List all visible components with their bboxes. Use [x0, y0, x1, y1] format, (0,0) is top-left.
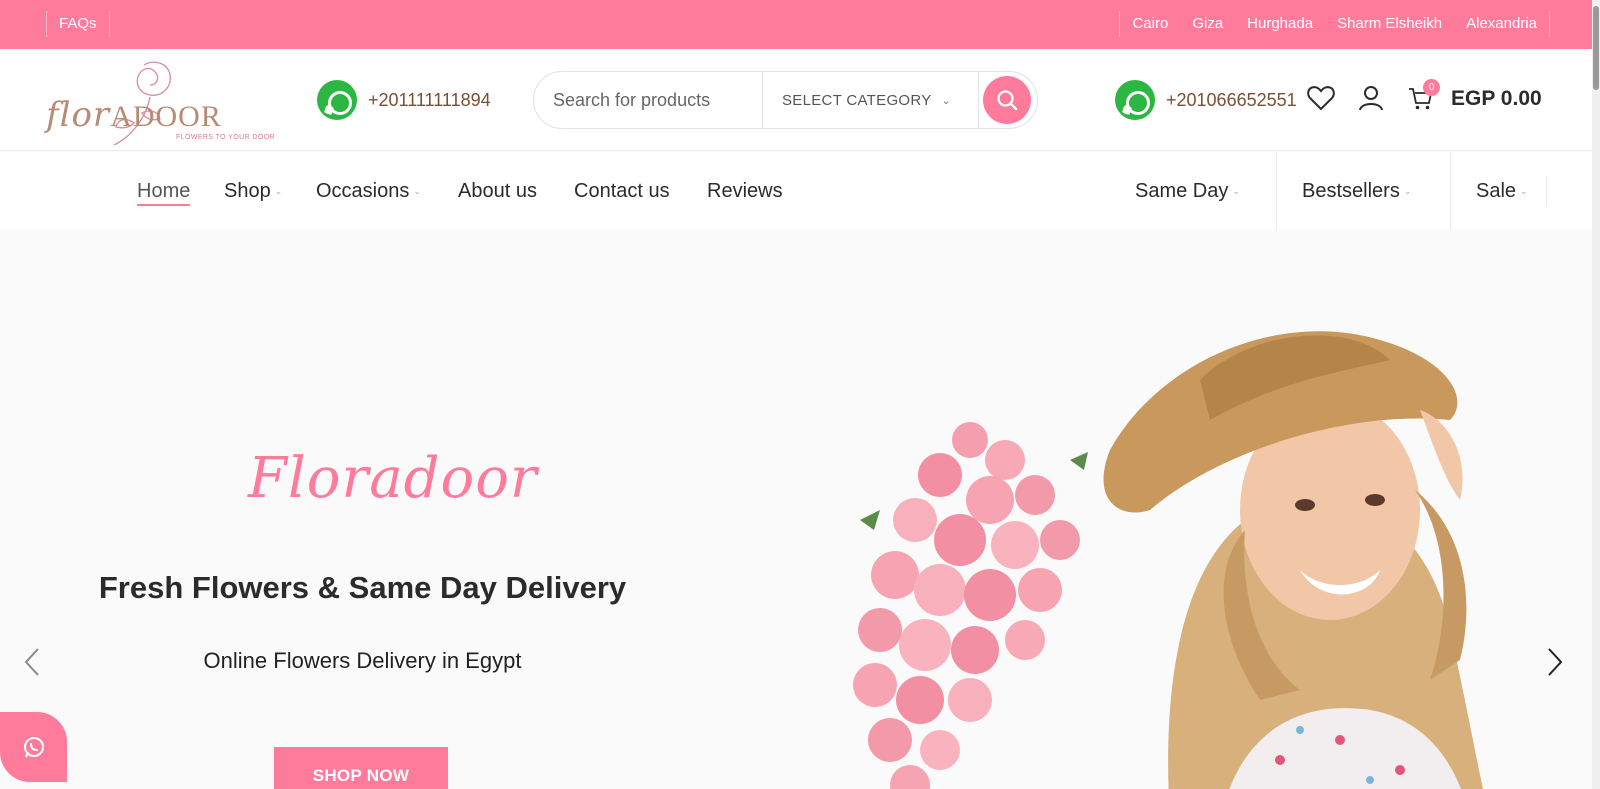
- chevron-down-icon: ⌄: [941, 94, 952, 107]
- faqs-link[interactable]: FAQs: [46, 11, 110, 37]
- chevron-down-icon: ⌄: [413, 185, 421, 196]
- nav-item-same-day[interactable]: Same Day ⌄: [1135, 152, 1240, 230]
- phone-number: +201111111894: [368, 89, 491, 110]
- wishlist-button[interactable]: [1307, 85, 1335, 111]
- nav-item-home[interactable]: Home: [137, 152, 191, 230]
- slider-next-button[interactable]: [1540, 642, 1570, 682]
- logo-tagline: FLOWERS TO YOUR DOOR: [176, 134, 276, 141]
- whatsapp-contact-1[interactable]: +201111111894: [317, 80, 491, 120]
- category-select[interactable]: SELECT CATEGORY ⌄: [762, 72, 978, 128]
- nav-item-label: Sale: [1476, 179, 1517, 202]
- slider-prev-button[interactable]: [17, 642, 47, 682]
- chevron-left-icon: [24, 648, 39, 676]
- city-link-alexandria[interactable]: Alexandria: [1454, 11, 1549, 37]
- search-input[interactable]: [534, 72, 762, 128]
- site-logo[interactable]: florADOOR FLOWERS TO YOUR DOOR: [46, 57, 286, 145]
- cart-count-badge: 0: [1423, 79, 1440, 96]
- search-button[interactable]: [978, 72, 1034, 128]
- phone-number: +201066652551: [1166, 89, 1297, 110]
- page: FAQs Cairo Giza Hurghada Sharm Elsheikh …: [0, 0, 1600, 789]
- woman-with-hat-image: [1103, 331, 1483, 789]
- shop-now-button[interactable]: SHOP NOW: [274, 747, 448, 789]
- hero-subtitle: Online Flowers Delivery in Egypt: [203, 648, 522, 673]
- search-bar: SELECT CATEGORY ⌄: [533, 71, 1038, 129]
- cart-button[interactable]: 0: [1408, 79, 1440, 111]
- nav-item-occasions[interactable]: Occasions ⌄: [316, 152, 421, 230]
- scrollbar-thumb[interactable]: [1593, 6, 1599, 90]
- cart-total[interactable]: EGP 0.00: [1451, 87, 1542, 111]
- whatsapp-icon: [317, 80, 357, 120]
- hero-script-title: Floradoor: [248, 446, 538, 511]
- nav-item-label: Shop: [224, 179, 271, 202]
- city-link-cairo[interactable]: Cairo: [1120, 11, 1180, 37]
- nav-item-contact-us[interactable]: Contact us: [574, 152, 670, 230]
- nav-divider: [1276, 152, 1277, 230]
- chevron-down-icon: ⌄: [1520, 185, 1528, 196]
- nav-item-about-us[interactable]: About us: [458, 152, 537, 230]
- heart-icon: [1307, 86, 1335, 111]
- floating-whatsapp-button[interactable]: [0, 712, 67, 782]
- nav-divider: [1450, 152, 1451, 230]
- chevron-down-icon: ⌄: [274, 185, 283, 196]
- nav-item-bestsellers[interactable]: Bestsellers ⌄: [1302, 152, 1411, 230]
- top-bar: FAQs Cairo Giza Hurghada Sharm Elsheikh …: [0, 0, 1600, 49]
- hero-slider: Floradoor Fresh Flowers & Same Day Deliv…: [0, 230, 1592, 789]
- city-link-hurghada[interactable]: Hurghada: [1235, 11, 1325, 37]
- nav-item-label: Occasions: [316, 179, 410, 202]
- city-link-giza[interactable]: Giza: [1180, 11, 1235, 37]
- site-header: florADOOR FLOWERS TO YOUR DOOR +20111111…: [0, 49, 1592, 151]
- main-navigation: Home Shop ⌄ Occasions ⌄ About us Contact u…: [0, 152, 1592, 230]
- category-label: SELECT CATEGORY: [782, 91, 932, 109]
- nav-item-label: Same Day: [1135, 179, 1229, 202]
- logo-wordmark: florADOOR: [46, 95, 222, 135]
- chevron-down-icon: ⌄: [1232, 185, 1240, 196]
- nav-item-label: Bestsellers: [1302, 179, 1400, 202]
- nav-item-sale[interactable]: Sale ⌄: [1476, 152, 1528, 230]
- chevron-right-icon: [1548, 648, 1563, 676]
- user-icon: [1359, 86, 1383, 111]
- hero-title: Fresh Flowers & Same Day Delivery: [98, 570, 627, 605]
- whatsapp-contact-2[interactable]: +201066652551: [1115, 80, 1297, 120]
- nav-divider: [1546, 176, 1547, 206]
- chevron-down-icon: ⌄: [1403, 185, 1412, 196]
- nav-item-shop[interactable]: Shop ⌄: [224, 152, 282, 230]
- search-icon: [982, 76, 1031, 124]
- city-link-sharm-elsheikh[interactable]: Sharm Elsheikh: [1325, 11, 1454, 37]
- whatsapp-icon: [23, 737, 44, 758]
- whatsapp-icon: [1115, 80, 1155, 120]
- page-scrollbar[interactable]: [1592, 0, 1600, 789]
- account-button[interactable]: [1358, 85, 1384, 111]
- city-links: Cairo Giza Hurghada Sharm Elsheikh Alexa…: [1119, 11, 1550, 37]
- nav-item-reviews[interactable]: Reviews: [707, 152, 783, 230]
